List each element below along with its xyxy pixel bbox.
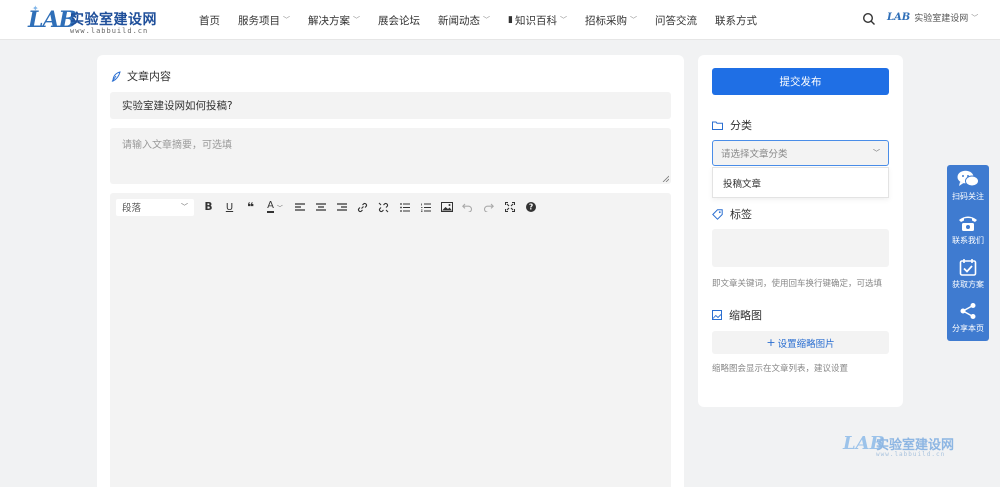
float-follow-wechat[interactable]: 扫码关注 — [947, 165, 989, 209]
wechat-icon — [957, 170, 979, 187]
tags-input[interactable] — [712, 229, 889, 267]
logo-name: 实验室建设网 — [70, 12, 157, 28]
nav-solutions[interactable]: 解决方案 ﹀ — [308, 13, 360, 28]
blockquote-icon[interactable]: ❝ — [240, 199, 261, 215]
chevron-down-icon: ﹀ — [873, 149, 880, 157]
help-icon[interactable]: ? — [520, 199, 541, 215]
set-thumbnail-button[interactable]: + 设置缩略图片 — [712, 331, 889, 354]
align-right-icon[interactable] — [331, 199, 352, 215]
resize-handle-icon[interactable] — [662, 175, 669, 182]
plus-icon: + — [766, 336, 776, 349]
phone-icon — [959, 216, 977, 231]
submit-publish-button[interactable]: 提交发布 — [712, 68, 889, 95]
site-logo[interactable]: ✦ LAB 实验室建设网 www.labbuild.cn — [28, 4, 173, 35]
align-left-icon[interactable] — [289, 199, 310, 215]
tags-section-title: 标签 — [712, 206, 752, 222]
nav-news[interactable]: 新闻动态 ﹀ — [438, 13, 490, 28]
undo-icon[interactable] — [457, 199, 478, 215]
nav-services[interactable]: 服务项目 ﹀ — [238, 13, 290, 28]
nav-contact[interactable]: 联系方式 — [715, 13, 757, 28]
share-icon — [960, 303, 976, 319]
summary-placeholder: 请输入文章摘要，可选填 — [122, 140, 232, 151]
unlink-icon[interactable] — [373, 199, 394, 215]
logo-url: www.labbuild.cn — [70, 27, 149, 35]
float-contact-us[interactable]: 联系我们 — [947, 209, 989, 253]
redo-icon[interactable] — [478, 199, 499, 215]
article-title-input[interactable]: 实验室建设网如何投稿? — [110, 92, 671, 119]
category-section-title: 分类 — [712, 117, 752, 133]
category-select[interactable]: 请选择文章分类 ﹀ — [712, 140, 889, 166]
bullet-list-icon[interactable] — [394, 199, 415, 215]
chevron-down-icon: ﹀ — [353, 16, 360, 24]
align-center-icon[interactable] — [310, 199, 331, 215]
chevron-down-icon: ﹀ — [971, 13, 979, 22]
picture-icon — [712, 310, 722, 320]
watermark-logo: LAB 实验室建设网 www.labbuild.cn — [843, 433, 955, 458]
calendar-check-icon — [959, 259, 977, 276]
article-section-title: 文章内容 — [111, 68, 171, 84]
float-get-solution[interactable]: 获取方案 — [947, 253, 989, 297]
fullscreen-icon[interactable] — [499, 199, 520, 215]
tag-icon — [712, 208, 723, 220]
top-header: ✦ LAB 实验室建设网 www.labbuild.cn 首页 服务项目 ﹀ 解决… — [0, 0, 1000, 40]
float-share-page[interactable]: 分享本页 — [947, 297, 989, 341]
nav-qa[interactable]: 问答交流 — [655, 13, 697, 28]
main-nav: 首页 服务项目 ﹀ 解决方案 ﹀ 展会论坛 新闻动态 ﹀ ▮ 知识百科 ﹀ 招标采购 ﹀ 问… — [190, 0, 766, 40]
image-icon[interactable] — [436, 199, 457, 215]
nav-wiki[interactable]: ▮ 知识百科 ﹀ — [508, 13, 567, 28]
thumbnail-section-title: 缩略图 — [712, 307, 762, 323]
font-color-icon[interactable]: A ﹀ — [261, 199, 289, 215]
thumbnail-hint: 缩略图会显示在文章列表，建议设置 — [712, 364, 849, 374]
article-summary-textarea[interactable]: 请输入文章摘要，可选填 — [110, 128, 671, 184]
search-icon[interactable] — [862, 12, 876, 26]
logo-lab-text: LAB — [28, 7, 77, 33]
nav-home[interactable]: 首页 — [199, 13, 220, 28]
category-option[interactable]: 投稿文章 — [712, 167, 889, 198]
site-switch-label: 实验室建设网 — [914, 14, 969, 24]
link-icon[interactable] — [352, 199, 373, 215]
bold-icon[interactable]: B — [198, 199, 219, 215]
chevron-down-icon: ﹀ — [283, 16, 290, 24]
chevron-down-icon: ﹀ — [181, 203, 188, 211]
folder-icon — [712, 121, 723, 130]
nav-expo[interactable]: 展会论坛 — [378, 13, 420, 28]
numbered-list-icon[interactable] — [415, 199, 436, 215]
feather-icon — [111, 70, 121, 82]
site-switch[interactable]: LAB 实验室建设网 ﹀ — [887, 11, 978, 24]
rich-text-editor[interactable]: 段落 ﹀ B U ❝ A ﹀ ? — [110, 193, 671, 487]
article-content-card: 文章内容 实验室建设网如何投稿? 请输入文章摘要，可选填 段落 ﹀ B U ❝ … — [97, 55, 684, 487]
chevron-down-icon: ﹀ — [483, 16, 490, 24]
underline-icon[interactable]: U — [219, 199, 240, 215]
tags-hint: 即文章关键词，使用回车换行键确定，可选填 — [712, 279, 883, 289]
paragraph-format-select[interactable]: 段落 ﹀ — [116, 198, 194, 216]
nav-bidding[interactable]: 招标采购 ﹀ — [585, 13, 637, 28]
editor-toolbar: 段落 ﹀ B U ❝ A ﹀ ? — [110, 193, 671, 221]
chevron-down-icon: ﹀ — [559, 16, 567, 24]
publish-settings-card: 提交发布 分类 请选择文章分类 ﹀ 投稿文章 标签 即文章关键词，使用回车换行键… — [698, 55, 903, 407]
mini-logo: LAB — [887, 12, 911, 23]
chevron-down-icon: ﹀ — [629, 16, 637, 24]
book-icon: ▮ — [508, 15, 513, 25]
svg-text:?: ? — [528, 203, 532, 212]
floating-service-bar: 扫码关注 联系我们 获取方案 分享本页 — [947, 165, 989, 341]
